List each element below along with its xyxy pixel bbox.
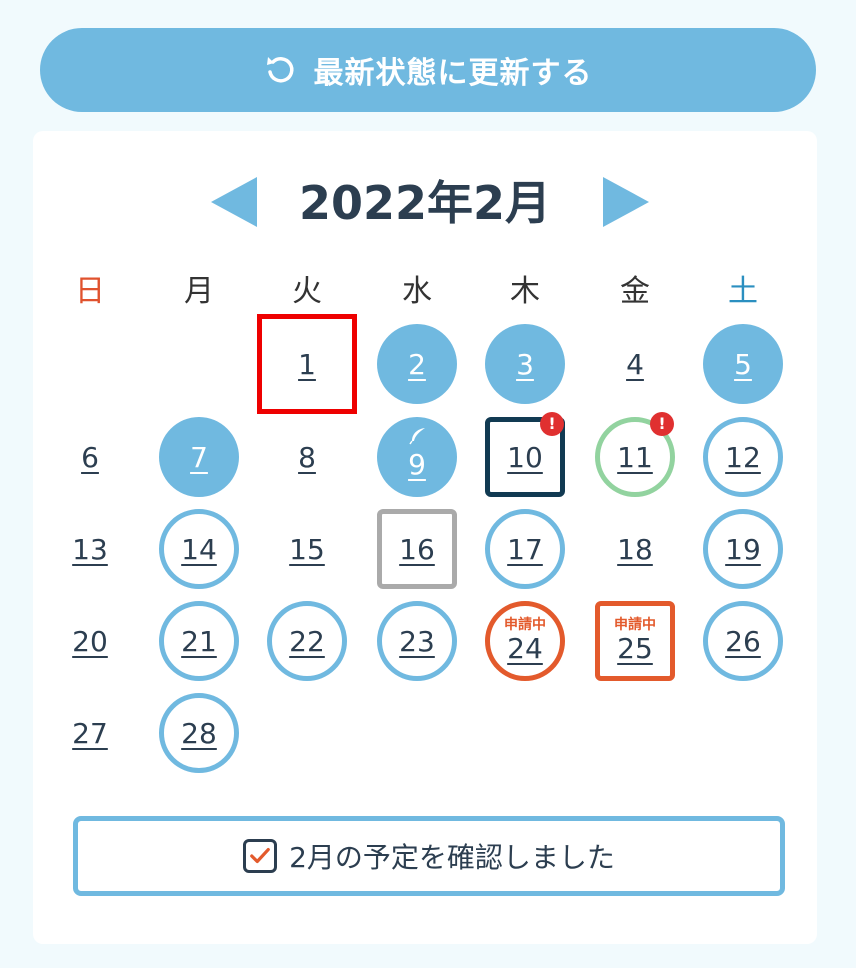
day-cell[interactable]: 27 [50, 693, 130, 773]
confirm-label: 2月の予定を確認しました [289, 841, 615, 874]
day-cell[interactable]: 4 [595, 324, 675, 404]
alert-badge: ! [540, 412, 564, 436]
day-number: 18 [617, 532, 653, 566]
day-cell[interactable]: 6 [50, 417, 130, 497]
chevron-left-icon [211, 177, 257, 227]
day-cell[interactable]: 23 [377, 601, 457, 681]
day-number: 7 [190, 440, 208, 474]
confirm-schedule-button[interactable]: 2月の予定を確認しました [73, 816, 785, 896]
status-label: 申請中 [614, 617, 656, 633]
day-cell[interactable]: 28 [159, 693, 239, 773]
day-number: 8 [298, 440, 316, 474]
day-cell[interactable]: 申請中 25 [595, 601, 675, 681]
check-icon [250, 847, 270, 864]
day-number: 20 [72, 624, 108, 658]
day-cell[interactable]: 17 [485, 509, 565, 589]
day-number: 6 [81, 440, 99, 474]
day-number: 12 [725, 440, 761, 474]
day-number: 9 [408, 447, 426, 481]
month-title: 2022年2月 [298, 176, 552, 230]
day-number: 17 [507, 532, 543, 566]
day-number: 28 [181, 716, 217, 750]
day-number: 16 [399, 532, 435, 566]
day-number: 3 [516, 347, 534, 381]
weekday-thu: 木 [510, 274, 540, 309]
day-cell[interactable]: 20 [50, 601, 130, 681]
day-number: 27 [72, 716, 108, 750]
day-cell[interactable]: 15 [267, 509, 347, 589]
refresh-icon [264, 53, 298, 87]
calendar-card: 2022年2月 日 月 火 水 木 金 土 1 2 3 4 5 6 7 8 9 [33, 131, 817, 944]
day-number: 5 [734, 347, 752, 381]
day-number: 10 [507, 440, 543, 474]
confirm-checkbox[interactable] [243, 839, 278, 873]
day-cell[interactable]: 12 [703, 417, 783, 497]
day-number: 24 [507, 632, 543, 665]
alert-badge: ! [650, 412, 674, 436]
day-cell-selected[interactable]: 1 [257, 314, 357, 414]
day-number: 14 [181, 532, 217, 566]
day-cell[interactable]: 26 [703, 601, 783, 681]
day-number: 13 [72, 532, 108, 566]
day-number: 15 [289, 532, 325, 566]
day-number: 21 [181, 624, 217, 658]
day-cell[interactable]: 5 [703, 324, 783, 404]
day-cell[interactable]: 22 [267, 601, 347, 681]
day-number: 1 [298, 347, 316, 381]
feather-icon [409, 428, 425, 445]
day-cell[interactable]: 13 [50, 509, 130, 589]
day-number: 11 [617, 440, 653, 474]
day-cell[interactable]: 2 [377, 324, 457, 404]
day-number: 2 [408, 347, 426, 381]
day-number: 22 [289, 624, 325, 658]
day-cell[interactable]: 18 [595, 509, 675, 589]
day-cell[interactable]: 申請中 24 [485, 601, 565, 681]
day-cell[interactable]: 10 ! [485, 412, 565, 497]
day-number: 4 [626, 347, 644, 381]
refresh-button[interactable]: 最新状態に更新する [40, 28, 816, 112]
day-cell[interactable]: 3 [485, 324, 565, 404]
day-number: 19 [725, 532, 761, 566]
next-month-button[interactable] [601, 175, 651, 229]
weekday-sun: 日 [75, 274, 105, 309]
day-cell[interactable]: 14 [159, 509, 239, 589]
day-cell[interactable]: 16 [377, 509, 457, 589]
day-cell[interactable]: 8 [267, 417, 347, 497]
status-label: 申請中 [504, 617, 546, 633]
weekday-tue: 火 [292, 274, 322, 309]
weekday-fri: 金 [620, 274, 650, 309]
day-cell[interactable]: 7 [159, 417, 239, 497]
day-cell[interactable]: 9 [377, 417, 457, 497]
day-number: 23 [399, 624, 435, 658]
day-cell[interactable]: 19 [703, 509, 783, 589]
weekday-wed: 水 [402, 274, 432, 309]
chevron-right-icon [603, 177, 649, 227]
day-number: 26 [725, 624, 761, 658]
weekday-sat: 土 [728, 274, 758, 309]
day-number: 25 [617, 632, 653, 665]
day-cell[interactable]: 21 [159, 601, 239, 681]
weekday-mon: 月 [184, 274, 214, 309]
refresh-label: 最新状態に更新する [313, 56, 593, 91]
prev-month-button[interactable] [209, 175, 259, 229]
day-cell[interactable]: 11 ! [595, 412, 675, 497]
